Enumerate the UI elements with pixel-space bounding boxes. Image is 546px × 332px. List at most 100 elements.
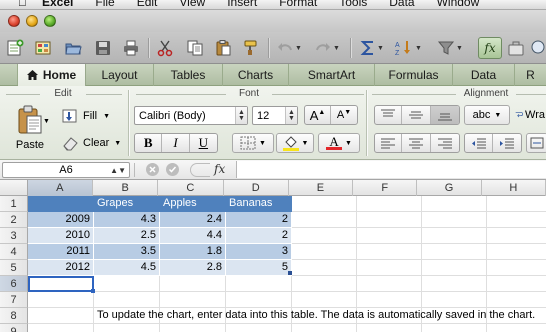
cell-b8[interactable]: To update the chart, enter data into thi… [94, 308, 535, 324]
row-header-6[interactable]: 6 [0, 276, 28, 292]
menu-format[interactable]: Format [279, 0, 317, 9]
decrease-indent-button[interactable] [465, 134, 494, 152]
cell-b2[interactable]: 4.3 [94, 212, 160, 228]
cell-b9[interactable] [94, 324, 160, 332]
cell-b1[interactable]: Grapes [94, 196, 160, 212]
paste-icon[interactable] [212, 37, 234, 59]
cell-a5[interactable]: 2012 [28, 260, 94, 276]
cut-icon[interactable] [154, 37, 176, 59]
row-header-9[interactable]: 9 [0, 324, 28, 332]
row-header-3[interactable]: 3 [0, 228, 28, 244]
cell-c3[interactable]: 4.4 [160, 228, 226, 244]
row-header-5[interactable]: 5 [0, 260, 28, 276]
column-header-g[interactable]: G [417, 180, 482, 196]
column-header-f[interactable]: F [353, 180, 418, 196]
new-sheet-icon[interactable] [4, 37, 26, 59]
font-color-button[interactable]: A ▼ [318, 133, 360, 153]
menu-excel[interactable]: Excel [42, 0, 73, 9]
column-header-b[interactable]: B [93, 180, 159, 196]
cell-b6[interactable] [94, 276, 160, 292]
cell-b5[interactable]: 4.5 [94, 260, 160, 276]
cell-e4[interactable] [292, 244, 357, 260]
cell-a6[interactable] [28, 276, 94, 292]
redo-icon[interactable]: ▼ [312, 37, 342, 59]
confirm-entry-icon[interactable] [166, 163, 179, 176]
grow-font-button[interactable]: A ▲ [305, 106, 332, 124]
fill-color-button[interactable]: ▼ [276, 133, 314, 153]
cell-e9[interactable] [292, 324, 357, 332]
borders-button[interactable]: ▼ [232, 133, 274, 153]
formula-builder-icon[interactable]: fx [478, 37, 502, 59]
cell-d4[interactable]: 3 [226, 244, 292, 260]
menu-window[interactable]: Window [437, 0, 480, 9]
cell-c6[interactable] [160, 276, 226, 292]
italic-button[interactable]: I [162, 134, 190, 152]
align-left-button[interactable] [375, 134, 403, 152]
tab-layout[interactable]: Layout [86, 64, 154, 86]
cell-d6[interactable] [226, 276, 292, 292]
cell-b3[interactable]: 2.5 [94, 228, 160, 244]
select-all-corner[interactable] [0, 180, 28, 196]
cell-h7[interactable] [487, 292, 546, 308]
cell-g6[interactable] [422, 276, 487, 292]
cell-h2[interactable] [487, 212, 546, 228]
wrap-text-toggle[interactable]: Wra [514, 105, 546, 125]
align-bottom-button[interactable] [430, 106, 459, 124]
cell-f6[interactable] [357, 276, 422, 292]
cell-c5[interactable]: 2.8 [160, 260, 226, 276]
cell-h1[interactable] [487, 196, 546, 212]
cell-g4[interactable] [422, 244, 487, 260]
cell-f5[interactable] [357, 260, 422, 276]
align-center-button[interactable] [402, 134, 431, 152]
cell-h6[interactable] [487, 276, 546, 292]
format-painter-icon[interactable] [240, 37, 262, 59]
increase-indent-button[interactable] [493, 134, 521, 152]
apple-icon[interactable]:  [18, 0, 30, 9]
cell-e5[interactable] [292, 260, 357, 276]
sort-icon[interactable]: A Z ▼ [392, 37, 424, 59]
column-header-h[interactable]: H [482, 180, 546, 196]
autosum-icon[interactable]: ▼ [358, 37, 386, 59]
cell-a2[interactable]: 2009 [28, 212, 94, 228]
table-resize-handle[interactable] [288, 271, 292, 275]
cell-d9[interactable] [226, 324, 292, 332]
row-header-2[interactable]: 2 [0, 212, 28, 228]
cell-g3[interactable] [422, 228, 487, 244]
paste-button[interactable]: ▼ Paste [6, 104, 54, 154]
align-right-button[interactable] [431, 134, 459, 152]
cell-f2[interactable] [357, 212, 422, 228]
cell-g2[interactable] [422, 212, 487, 228]
cell-b7[interactable] [94, 292, 160, 308]
cell-a7[interactable] [28, 292, 94, 308]
fx-icon[interactable]: fx [214, 162, 225, 176]
cell-c1[interactable]: Apples [160, 196, 226, 212]
fill-button[interactable]: Fill ▼ [60, 106, 122, 126]
zoom-icon[interactable] [530, 37, 546, 59]
tab-charts[interactable]: Charts [223, 64, 289, 86]
row-header-7[interactable]: 7 [0, 292, 28, 308]
formula-input[interactable] [236, 161, 546, 178]
row-header-1[interactable]: 1 [0, 196, 28, 212]
cell-g7[interactable] [422, 292, 487, 308]
cell-c4[interactable]: 1.8 [160, 244, 226, 260]
cell-f1[interactable] [357, 196, 422, 212]
tab-smartart[interactable]: SmartArt [289, 64, 375, 86]
cell-a1[interactable] [28, 196, 94, 212]
cell-d1[interactable]: Bananas [226, 196, 292, 212]
clear-button[interactable]: Clear ▼ [60, 133, 132, 153]
cell-f4[interactable] [357, 244, 422, 260]
open-folder-icon[interactable] [62, 37, 84, 59]
cell-a4[interactable]: 2011 [28, 244, 94, 260]
tab-formulas[interactable]: Formulas [375, 64, 453, 86]
gallery-icon[interactable] [32, 37, 54, 59]
align-top-button[interactable] [375, 106, 403, 124]
row-header-4[interactable]: 4 [0, 244, 28, 260]
cell-e3[interactable] [292, 228, 357, 244]
cell-d2[interactable]: 2 [226, 212, 292, 228]
cell-g9[interactable] [422, 324, 487, 332]
underline-button[interactable]: U [190, 134, 217, 152]
menu-insert[interactable]: Insert [227, 0, 257, 9]
cell-d5[interactable]: 5 [226, 260, 292, 276]
cell-f7[interactable] [357, 292, 422, 308]
cell-b4[interactable]: 3.5 [94, 244, 160, 260]
